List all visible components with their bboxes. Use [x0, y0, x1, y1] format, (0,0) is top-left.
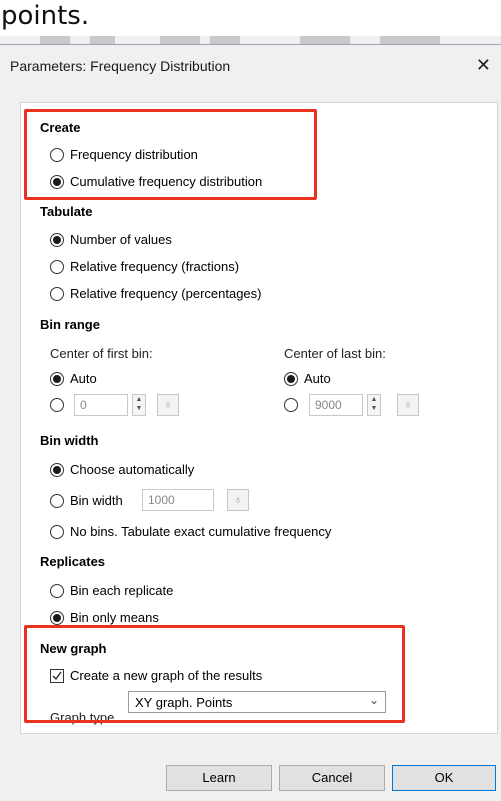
radio-number-of-values[interactable]: Number of values	[50, 232, 172, 247]
replicates-heading: Replicates	[40, 554, 106, 569]
last-bin-input[interactable]: 9000	[309, 394, 363, 416]
radio-first-bin-auto[interactable]: Auto	[50, 371, 97, 386]
calculator-icon[interactable]: ♁	[397, 394, 419, 416]
radio-last-bin-auto[interactable]: Auto	[284, 371, 331, 386]
close-icon[interactable]: ✕	[476, 55, 491, 76]
last-bin-spinner[interactable]: ▲ ▼	[367, 394, 381, 416]
cancel-button[interactable]: Cancel	[279, 765, 385, 791]
radio-bin-each-replicate[interactable]: Bin each replicate	[50, 583, 173, 598]
bin-width-input[interactable]: 1000	[142, 489, 214, 511]
radio-choose-automatically[interactable]: Choose automatically	[50, 462, 194, 477]
radio-no-bins[interactable]: No bins. Tabulate exact cumulative frequ…	[50, 524, 331, 539]
radio-last-bin-value[interactable]	[284, 398, 304, 412]
calculator-icon[interactable]: ♁	[157, 394, 179, 416]
last-bin-label: Center of last bin:	[284, 346, 386, 361]
learn-button[interactable]: Learn	[166, 765, 272, 791]
tabulate-heading: Tabulate	[40, 204, 93, 219]
radio-bin-only-means[interactable]: Bin only means	[50, 610, 159, 625]
first-bin-input[interactable]: 0	[74, 394, 128, 416]
radio-icon[interactable]	[284, 398, 298, 412]
radio-selected-icon[interactable]	[50, 371, 64, 386]
ok-button[interactable]: OK	[392, 765, 496, 791]
caption-text: points.	[1, 1, 90, 31]
dialog-titlebar: Parameters: Frequency Distribution ✕	[0, 44, 501, 89]
radio-selected-icon[interactable]	[50, 462, 64, 477]
bin-width-heading: Bin width	[40, 433, 99, 448]
bin-range-heading: Bin range	[40, 317, 100, 332]
first-bin-spinner[interactable]: ▲ ▼	[132, 394, 146, 416]
radio-selected-icon[interactable]	[284, 371, 298, 386]
radio-selected-icon[interactable]	[50, 232, 64, 247]
radio-icon[interactable]	[50, 583, 64, 598]
radio-icon[interactable]	[50, 286, 64, 301]
first-bin-label: Center of first bin:	[50, 346, 153, 361]
radio-icon[interactable]	[50, 493, 64, 508]
radio-icon[interactable]	[50, 398, 64, 412]
radio-icon[interactable]	[50, 524, 64, 539]
calculator-icon[interactable]: ♁	[227, 489, 249, 511]
new-graph-highlight-box	[24, 625, 405, 723]
radio-icon[interactable]	[50, 259, 64, 274]
radio-relative-percentages[interactable]: Relative frequency (percentages)	[50, 286, 262, 301]
radio-selected-icon[interactable]	[50, 610, 64, 625]
radio-relative-fractions[interactable]: Relative frequency (fractions)	[50, 259, 239, 274]
create-highlight-box	[24, 109, 317, 200]
radio-bin-width[interactable]: Bin width	[50, 493, 123, 508]
radio-first-bin-value[interactable]	[50, 398, 70, 412]
dialog-title: Parameters: Frequency Distribution	[10, 58, 231, 74]
